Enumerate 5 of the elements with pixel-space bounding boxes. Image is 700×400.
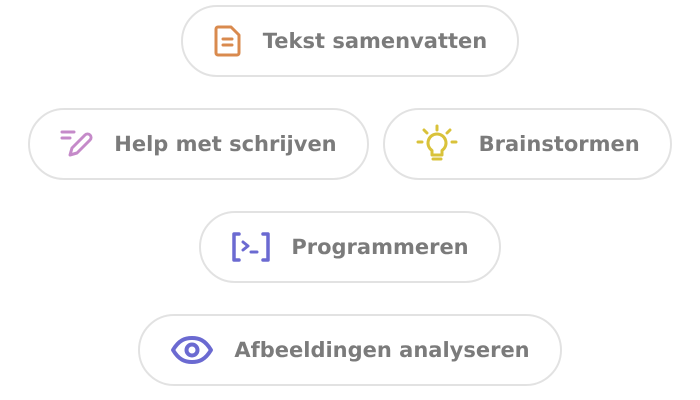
suggestion-chip[interactable]: Programmeren — [199, 211, 501, 283]
suggestion-chip[interactable]: Afbeeldingen analyseren — [138, 314, 562, 386]
suggestion-chip[interactable]: Help met schrijven — [28, 108, 369, 180]
suggestion-chip[interactable]: Brainstormen — [382, 108, 672, 180]
suggestion-chip[interactable]: Tekst samenvatten — [180, 5, 520, 77]
